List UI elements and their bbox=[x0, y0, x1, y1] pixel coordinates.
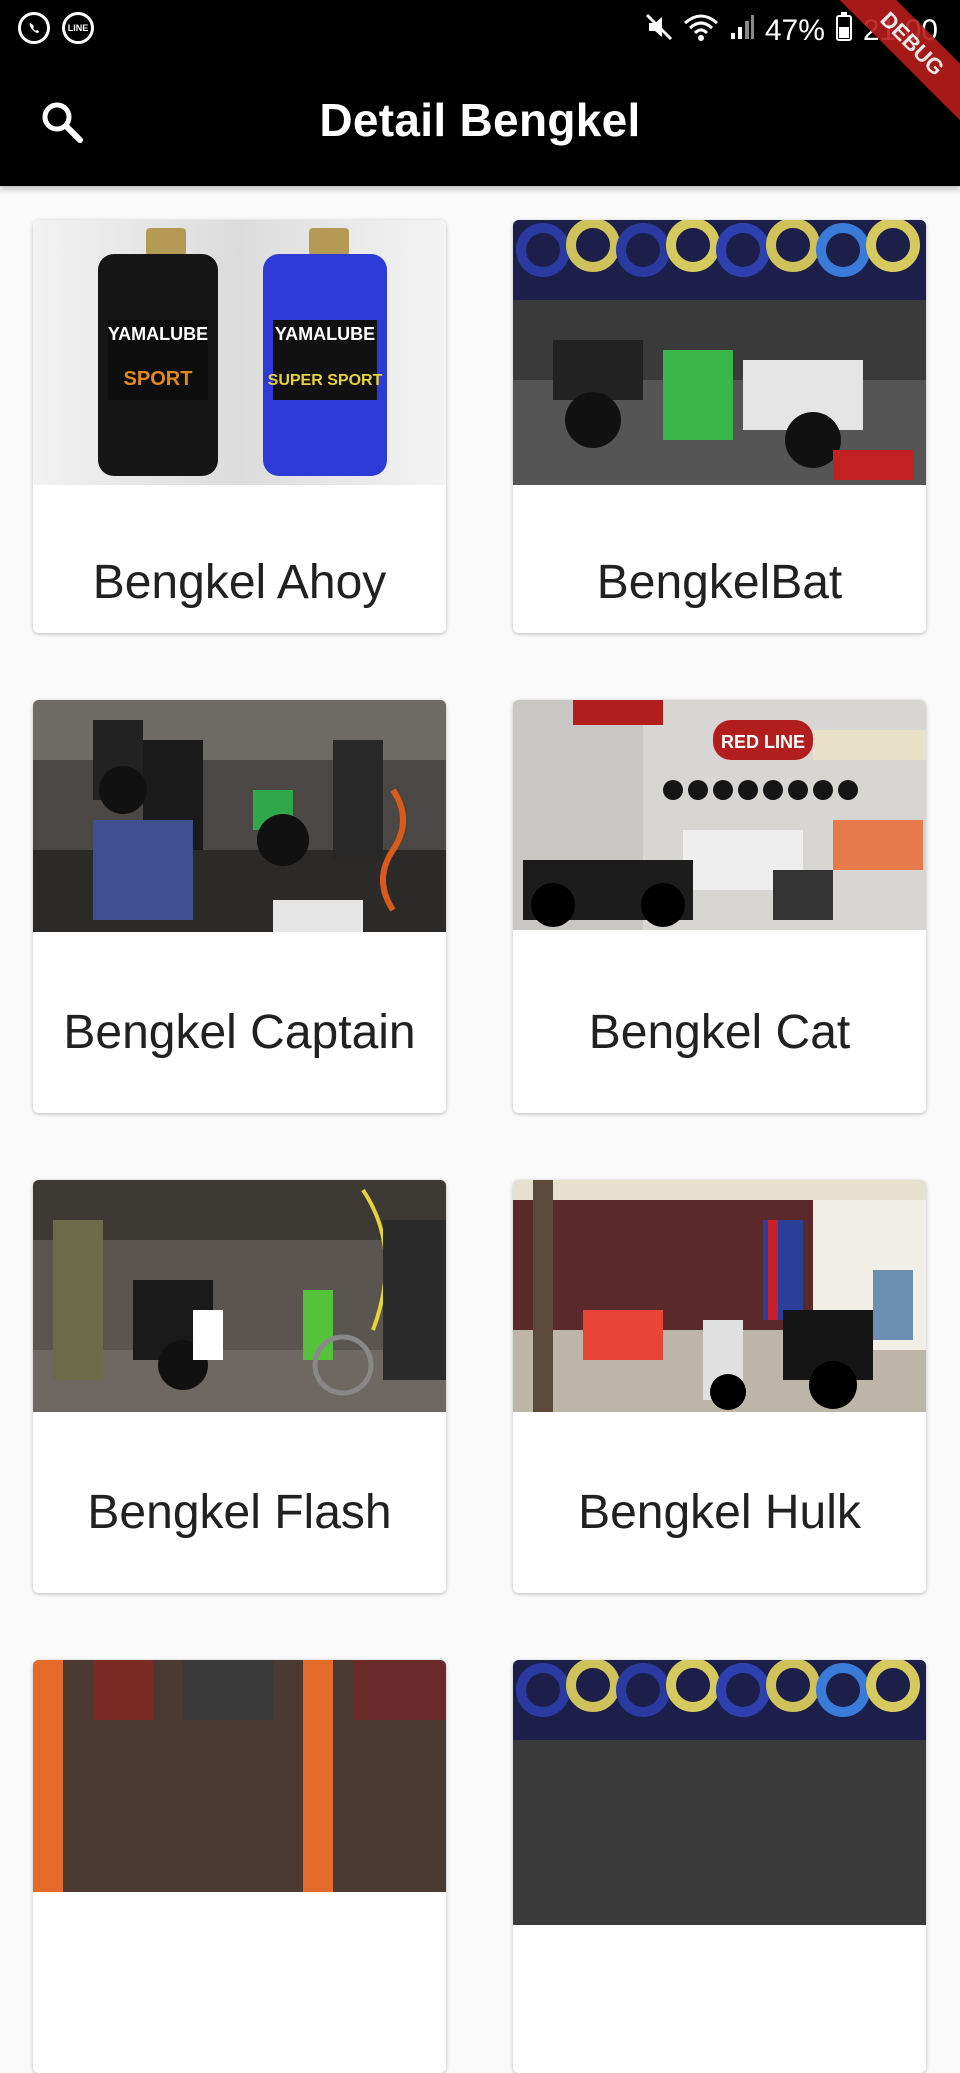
workshop-card[interactable] bbox=[33, 1660, 446, 2073]
bottle2-brand: YAMALUBE bbox=[275, 324, 375, 344]
mute-icon bbox=[645, 13, 673, 49]
workshop-image bbox=[513, 220, 926, 485]
workshop-card[interactable]: YAMALUBE SPORT YAMALUBE SUPER SPORT Beng… bbox=[33, 220, 446, 633]
workshop-image bbox=[513, 1660, 926, 1925]
bottle1-brand: YAMALUBE bbox=[108, 324, 208, 344]
status-bar: LINE 47% 21:00 DEBUG bbox=[0, 0, 960, 129]
red-line-sign: RED LINE bbox=[721, 732, 805, 752]
workshop-image bbox=[513, 1180, 926, 1412]
workshop-card[interactable]: RED LINE Bengkel Cat bbox=[513, 700, 926, 1113]
workshop-card[interactable]: Bengkel Captain bbox=[33, 700, 446, 1113]
app-bar: Detail Bengkel bbox=[0, 58, 960, 186]
workshop-image: YAMALUBE SPORT YAMALUBE SUPER SPORT bbox=[33, 220, 446, 485]
workshop-name: Bengkel Hulk bbox=[578, 1486, 861, 1539]
battery-text: 47% bbox=[764, 14, 825, 47]
battery-icon bbox=[835, 12, 853, 50]
workshop-card[interactable]: Bengkel Flash bbox=[33, 1180, 446, 1593]
workshop-name: BengkelBat bbox=[596, 556, 843, 609]
workshop-card[interactable] bbox=[513, 1660, 926, 2073]
workshop-image: RED LINE bbox=[513, 700, 926, 930]
bottle1-type: SPORT bbox=[124, 368, 193, 390]
signal-icon bbox=[729, 13, 755, 49]
workshop-name: Bengkel Flash bbox=[87, 1486, 392, 1539]
workshop-image bbox=[33, 700, 446, 932]
wifi-icon bbox=[683, 13, 719, 49]
page-title: Detail Bengkel bbox=[319, 94, 641, 146]
line-icon: LINE bbox=[62, 12, 94, 44]
workshop-name: Bengkel Captain bbox=[63, 1006, 416, 1059]
workshop-name: Bengkel Ahoy bbox=[92, 556, 387, 609]
workshop-image bbox=[33, 1180, 446, 1412]
workshop-card[interactable]: BengkelBat bbox=[513, 220, 926, 633]
bottle2-type: SUPER SPORT bbox=[268, 372, 383, 389]
workshop-card[interactable]: Bengkel Hulk bbox=[513, 1180, 926, 1593]
whatsapp-icon bbox=[18, 12, 50, 44]
workshop-image bbox=[33, 1660, 446, 1892]
workshop-name: Bengkel Cat bbox=[588, 1006, 851, 1059]
